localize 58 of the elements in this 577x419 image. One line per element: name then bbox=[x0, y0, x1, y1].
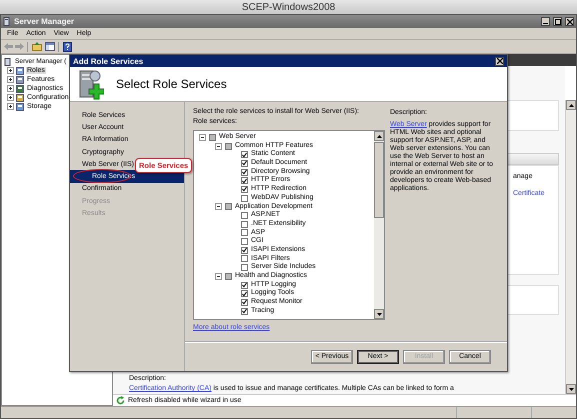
checkbox[interactable] bbox=[209, 134, 216, 141]
server-plus-icon bbox=[78, 68, 104, 100]
configuration-icon bbox=[16, 94, 24, 102]
collapse-icon[interactable] bbox=[199, 134, 206, 141]
scrollbar[interactable] bbox=[565, 100, 576, 394]
checkbox[interactable] bbox=[241, 177, 248, 184]
checkbox[interactable] bbox=[241, 186, 248, 193]
desktop-title: SCEP-Windows2008 bbox=[0, 0, 577, 14]
expand-icon[interactable] bbox=[7, 67, 14, 74]
checkbox[interactable] bbox=[241, 290, 248, 298]
up-arrow-icon[interactable] bbox=[376, 134, 382, 138]
checkbox[interactable] bbox=[241, 151, 248, 158]
roles-icon bbox=[16, 66, 24, 74]
refresh-icon bbox=[116, 396, 125, 405]
dialog-title: Add Role Services bbox=[73, 56, 144, 66]
collapse-icon[interactable] bbox=[215, 203, 222, 210]
page-heading: Select Role Services bbox=[116, 77, 227, 91]
checkbox[interactable] bbox=[225, 203, 232, 210]
minimize-button[interactable] bbox=[541, 17, 550, 26]
storage-icon bbox=[16, 102, 24, 110]
checkbox[interactable] bbox=[241, 238, 248, 246]
checkbox[interactable] bbox=[241, 282, 248, 289]
checkbox[interactable] bbox=[241, 264, 248, 272]
checkbox[interactable] bbox=[241, 255, 248, 262]
server-manager-icon bbox=[4, 58, 12, 66]
collapse-icon[interactable] bbox=[215, 142, 222, 150]
server-icon bbox=[3, 17, 11, 26]
expand-icon[interactable] bbox=[7, 94, 14, 101]
close-button[interactable] bbox=[495, 56, 504, 66]
expand-icon[interactable] bbox=[7, 85, 14, 92]
checkbox[interactable] bbox=[241, 194, 248, 202]
checkbox[interactable] bbox=[241, 298, 248, 306]
help-icon[interactable] bbox=[62, 41, 73, 52]
console-tree-icon[interactable] bbox=[44, 41, 55, 52]
down-arrow-icon[interactable] bbox=[376, 312, 382, 316]
checkbox[interactable] bbox=[241, 229, 248, 236]
checkbox[interactable] bbox=[241, 160, 248, 167]
close-icon bbox=[566, 18, 572, 24]
scrollbar[interactable] bbox=[374, 131, 384, 319]
checkbox[interactable] bbox=[241, 220, 248, 228]
collapse-icon[interactable] bbox=[215, 272, 222, 280]
checkbox[interactable] bbox=[225, 272, 232, 280]
window-title: Server Manager bbox=[14, 17, 76, 26]
close-button[interactable] bbox=[565, 17, 574, 26]
features-icon bbox=[16, 76, 24, 84]
diagnostics-icon bbox=[16, 84, 24, 92]
checkbox[interactable] bbox=[225, 142, 232, 150]
down-arrow-icon[interactable] bbox=[568, 388, 574, 390]
checkbox[interactable] bbox=[241, 212, 248, 220]
maximize-icon bbox=[554, 18, 560, 24]
checkbox[interactable] bbox=[241, 308, 248, 315]
checkbox[interactable] bbox=[241, 168, 248, 176]
checkbox[interactable] bbox=[241, 246, 248, 254]
expand-icon[interactable] bbox=[7, 76, 14, 83]
expand-icon[interactable] bbox=[7, 103, 14, 110]
up-arrow-icon[interactable] bbox=[568, 104, 574, 106]
close-icon bbox=[496, 58, 502, 64]
maximize-button[interactable] bbox=[553, 17, 562, 26]
